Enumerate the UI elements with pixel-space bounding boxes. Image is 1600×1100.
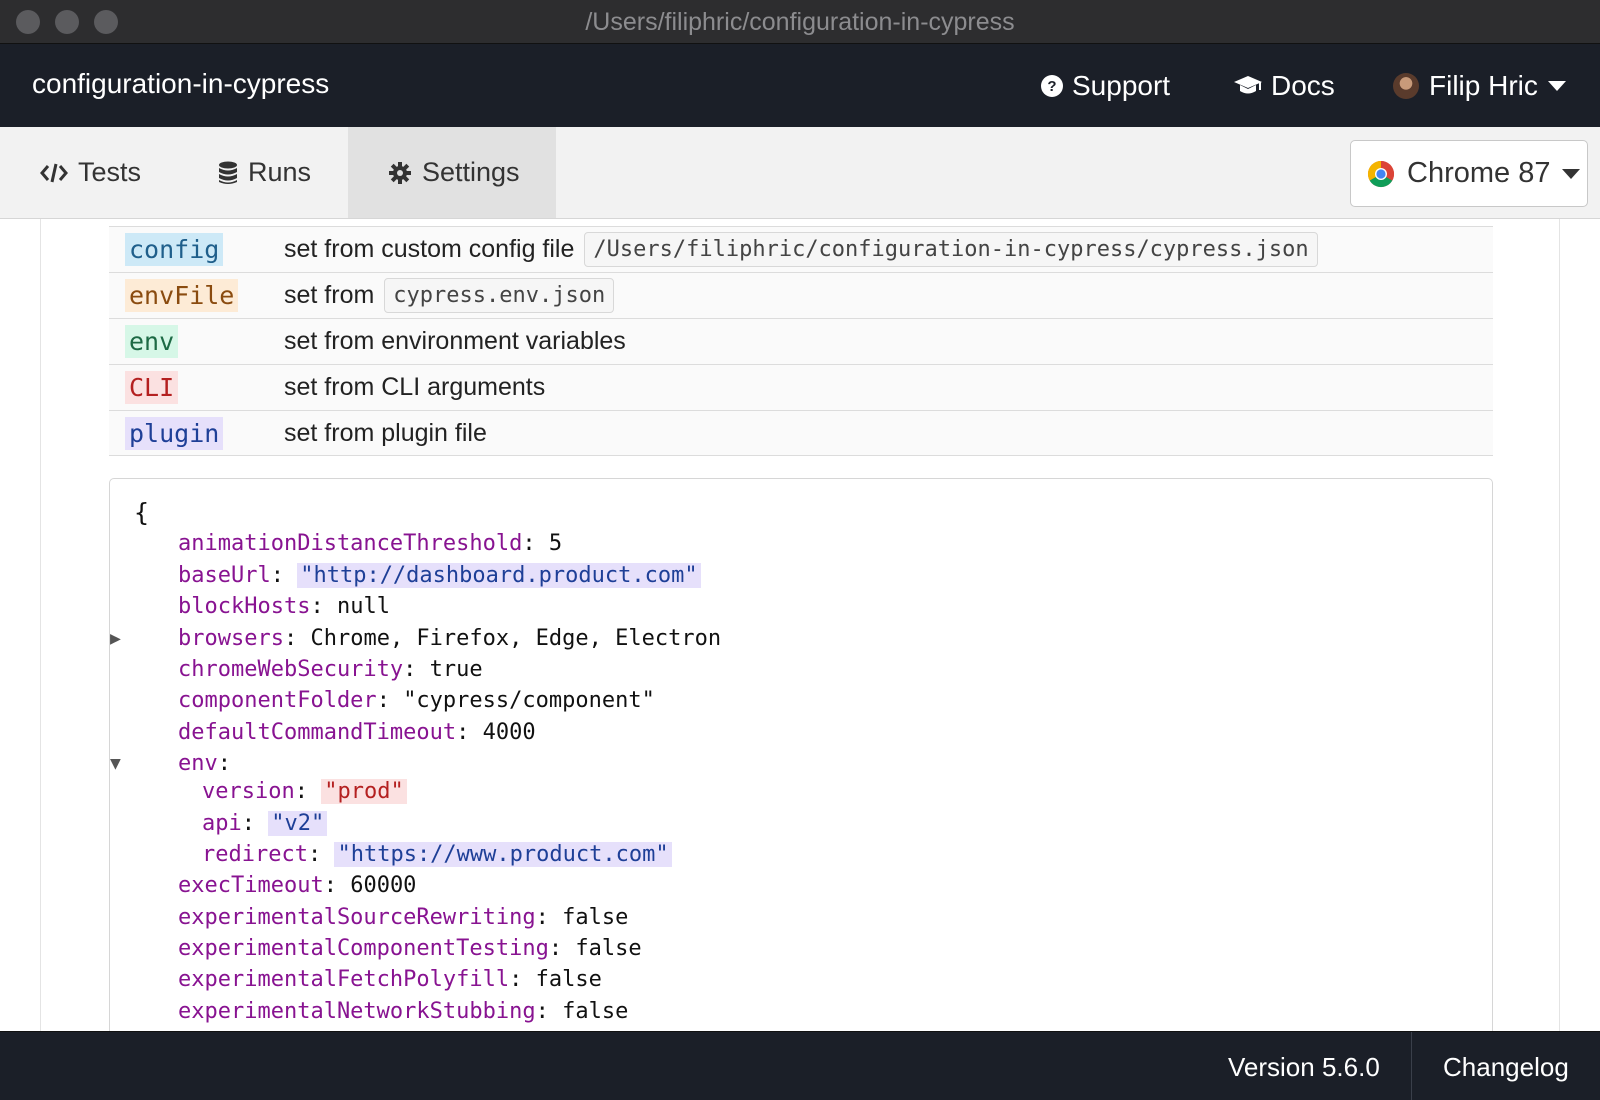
- changelog-link[interactable]: Changelog: [1443, 1052, 1569, 1083]
- user-name: Filip Hric: [1429, 70, 1538, 101]
- graduation-cap-icon: [1233, 75, 1263, 97]
- open-brace: {: [134, 498, 150, 527]
- config-tree: { animationDistanceThreshold: 5 baseUrl:…: [110, 497, 721, 1027]
- tab-tests[interactable]: Tests: [0, 127, 178, 218]
- legend-description: set from custom config file: [284, 235, 575, 263]
- env-file-path: cypress.env.json: [384, 278, 615, 313]
- legend-tag-config: config: [125, 233, 224, 266]
- docs-link[interactable]: Docs: [1233, 66, 1335, 106]
- config-entry: animationDistanceThreshold: 5: [178, 531, 563, 557]
- window-title: /Users/filiphric/configuration-in-cypres…: [585, 8, 1015, 36]
- tab-runs[interactable]: Runs: [178, 127, 348, 218]
- footer-divider: [1411, 1032, 1412, 1100]
- support-link[interactable]: ? Support: [1040, 66, 1170, 106]
- svg-text:?: ?: [1047, 78, 1056, 95]
- config-entry: defaultCommandTimeout: 4000: [178, 719, 536, 745]
- collapse-arrow-icon[interactable]: ▼: [110, 748, 121, 779]
- config-source-legend: config set from custom config file/Users…: [109, 226, 1493, 456]
- legend-description: set from: [284, 281, 375, 309]
- config-file-path: /Users/filiphric/configuration-in-cypres…: [584, 232, 1318, 267]
- app-window: /Users/filiphric/configuration-in-cypres…: [0, 0, 1600, 1100]
- chevron-down-icon: [1562, 168, 1581, 179]
- gear-icon: [388, 161, 412, 185]
- version-label: Version 5.6.0: [1228, 1052, 1380, 1082]
- legend-tag-cli: CLI: [125, 371, 179, 404]
- legend-tag-envfile: envFile: [125, 279, 239, 312]
- app-header: configuration-in-cypress ? Support Docs …: [0, 44, 1600, 127]
- config-entry: experimentalFetchPolyfill: false: [178, 967, 602, 993]
- config-entry: baseUrl: "http://dashboard.product.com": [134, 560, 721, 591]
- config-entry: redirect: "https://www.product.com": [134, 839, 721, 870]
- avatar: [1393, 73, 1419, 99]
- docs-label: Docs: [1271, 70, 1335, 101]
- title-bar: /Users/filiphric/configuration-in-cypres…: [0, 0, 1600, 44]
- tab-bar: Tests Runs Settings Chrome 87: [0, 127, 1600, 219]
- legend-tag-env: env: [125, 325, 179, 358]
- legend-description: set from plugin file: [284, 418, 487, 447]
- tab-label: Settings: [422, 157, 520, 187]
- browser-label: Chrome 87: [1407, 157, 1551, 189]
- settings-content: config set from custom config file/Users…: [40, 219, 1560, 1031]
- tab-label: Tests: [78, 157, 142, 187]
- resolved-config-panel: { animationDistanceThreshold: 5 baseUrl:…: [109, 478, 1493, 1031]
- config-entry: componentFolder: "cypress/component": [178, 688, 655, 714]
- project-name: configuration-in-cypress: [32, 68, 330, 99]
- legend-description: set from environment variables: [284, 327, 626, 355]
- support-label: Support: [1072, 70, 1171, 101]
- config-entry-env[interactable]: ▼ env:: [110, 748, 721, 776]
- config-entry-browsers[interactable]: ▶ browsers: Chrome, Firefox, Edge, Electr…: [110, 623, 721, 654]
- footer-bar: Version 5.6.0 Changelog: [0, 1031, 1600, 1100]
- config-entry: execTimeout: 60000: [178, 873, 417, 899]
- legend-row: config set from custom config file/Users…: [109, 226, 1493, 272]
- expand-arrow-icon[interactable]: ▶: [110, 623, 121, 654]
- legend-row: plugin set from plugin file: [109, 410, 1493, 456]
- legend-row: envFile set from cypress.env.json: [109, 272, 1493, 318]
- legend-row: env set from environment variables: [109, 318, 1493, 364]
- config-entry: experimentalComponentTesting: false: [178, 936, 642, 962]
- legend-description: set from CLI arguments: [284, 373, 546, 401]
- config-entry: version: "prod": [134, 776, 721, 807]
- legend-tag-plugin: plugin: [125, 416, 224, 450]
- chrome-logo-icon: [1367, 160, 1395, 187]
- config-entry: chromeWebSecurity: true: [178, 656, 483, 682]
- chevron-down-icon: [1547, 81, 1566, 91]
- config-entry: blockHosts: null: [178, 594, 390, 620]
- tab-label: Runs: [248, 157, 312, 187]
- config-entry: api: "v2": [134, 808, 721, 839]
- code-icon: [40, 162, 68, 184]
- config-entry: experimentalSourceRewriting: false: [178, 904, 629, 930]
- user-menu[interactable]: Filip Hric: [1393, 66, 1566, 106]
- question-circle-icon: ?: [1040, 74, 1064, 98]
- browser-selector[interactable]: Chrome 87: [1350, 140, 1588, 207]
- tab-settings[interactable]: Settings: [348, 127, 556, 218]
- database-icon: [218, 161, 238, 185]
- config-entry: experimentalNetworkStubbing: false: [178, 998, 629, 1024]
- legend-row: CLI set from CLI arguments: [109, 364, 1493, 410]
